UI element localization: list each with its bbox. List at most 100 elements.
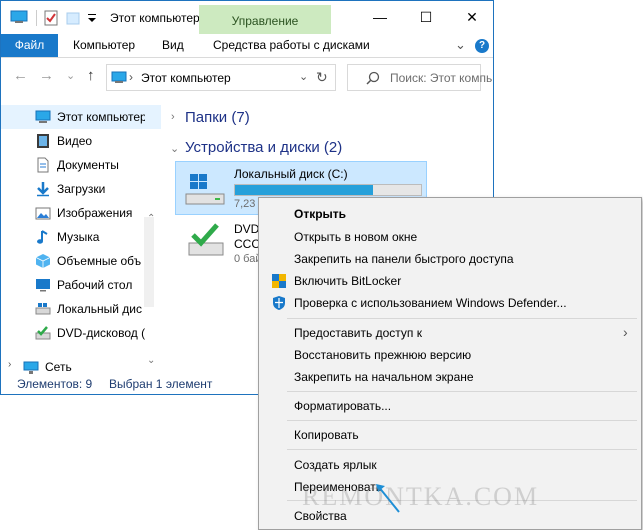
sidebar-item-downloads[interactable]: Загрузки bbox=[1, 177, 161, 201]
sidebar-item-documents[interactable]: Документы bbox=[1, 153, 161, 177]
help-icon[interactable]: ? bbox=[475, 39, 489, 53]
local-disk-name: Локальный диск (C:) bbox=[234, 167, 348, 181]
sidebar-item-label: Музыка bbox=[57, 230, 100, 244]
sidebar-item-dvd-drive[interactable]: DVD-дисковод ( bbox=[1, 321, 161, 345]
desktop-icon bbox=[36, 279, 50, 292]
up-arrow-icon[interactable]: ↑ bbox=[87, 67, 95, 84]
dvd-drive-icon bbox=[35, 326, 51, 340]
computer-icon bbox=[111, 71, 127, 83]
computer-icon[interactable] bbox=[10, 10, 28, 24]
menu-item-create-shortcut[interactable]: Создать ярлык bbox=[259, 454, 641, 476]
menu-item-bitlocker[interactable]: Включить BitLocker bbox=[259, 270, 641, 292]
dvd-drive-icon bbox=[188, 223, 224, 256]
recent-locations-icon[interactable]: ⌄ bbox=[66, 69, 75, 82]
defender-icon bbox=[273, 296, 285, 310]
menu-separator bbox=[287, 318, 637, 319]
quick-access-separator bbox=[36, 10, 37, 26]
menu-item-pin-start[interactable]: Закрепить на начальном экране bbox=[259, 366, 641, 388]
menu-item-label: Форматировать... bbox=[294, 399, 392, 413]
menu-item-label: Копировать bbox=[294, 428, 359, 442]
sidebar-item-label: Этот компьютер bbox=[57, 110, 145, 124]
menu-item-label: Предоставить доступ к bbox=[294, 326, 422, 340]
sidebar-item-label: Рабочий стол bbox=[57, 278, 133, 292]
menu-item-copy[interactable]: Копировать bbox=[259, 424, 641, 446]
sidebar-item-label: Видео bbox=[57, 134, 93, 148]
navigation-bar: ← → ⌄ ↑ › Этот компьютер ⌄ ↻ Поиск: Этот… bbox=[1, 61, 493, 93]
ribbon-collapse-icon[interactable]: ⌄ bbox=[455, 37, 466, 53]
search-placeholder: Поиск: Этот компьют bbox=[390, 71, 493, 85]
local-disk-icon bbox=[185, 174, 225, 205]
tab-drive-tools[interactable]: Средства работы с дисками bbox=[203, 34, 380, 57]
menu-item-give-access[interactable]: Предоставить доступ к › bbox=[259, 322, 641, 344]
sidebar-item-label: Изображения bbox=[57, 206, 133, 220]
refresh-icon[interactable]: ↻ bbox=[316, 69, 328, 86]
title-bar: Этот компьютер Управление — ☐ ✕ bbox=[1, 1, 493, 34]
ribbon-tabs: Файл Компьютер Вид Средства работы с дис… bbox=[1, 34, 493, 58]
local-disk-icon bbox=[35, 303, 51, 315]
menu-item-label: Закрепить на начальном экране bbox=[294, 370, 474, 384]
search-icon bbox=[366, 71, 380, 85]
new-folder-icon[interactable] bbox=[66, 10, 80, 26]
close-button[interactable]: ✕ bbox=[449, 1, 493, 34]
sidebar-item-this-pc[interactable]: Этот компьютер bbox=[1, 105, 161, 129]
sidebar-scrollbar[interactable] bbox=[144, 217, 154, 307]
computer-icon bbox=[35, 110, 51, 123]
local-disk-size: 7,23 bbox=[234, 198, 256, 210]
documents-icon bbox=[37, 157, 49, 173]
menu-item-label: Открыть в новом окне bbox=[294, 230, 418, 244]
menu-item-label: Открыть bbox=[294, 207, 347, 221]
downloads-icon bbox=[37, 182, 49, 197]
shield-icon bbox=[272, 274, 286, 288]
menu-item-label: Восстановить прежнюю версию bbox=[294, 348, 472, 362]
tab-manage[interactable]: Управление bbox=[199, 5, 331, 34]
expanded-chevron-icon[interactable]: ⌄ bbox=[170, 142, 179, 155]
address-dropdown-icon[interactable]: ⌄ bbox=[299, 70, 308, 83]
scroll-down-icon[interactable]: ⌄ bbox=[147, 355, 155, 366]
menu-item-open[interactable]: Открыть bbox=[259, 203, 641, 225]
context-menu: Открыть Открыть в новом окне Закрепить н… bbox=[258, 197, 642, 530]
disk-usage-fill bbox=[235, 185, 373, 195]
maximize-button[interactable]: ☐ bbox=[403, 1, 449, 34]
tab-view[interactable]: Вид bbox=[152, 34, 194, 57]
back-arrow-icon[interactable]: ← bbox=[13, 67, 28, 84]
sidebar-item-pictures[interactable]: Изображения bbox=[1, 201, 161, 225]
menu-separator bbox=[287, 391, 637, 392]
collapsed-chevron-icon[interactable]: › bbox=[171, 111, 175, 123]
search-input[interactable]: Поиск: Этот компьют bbox=[347, 64, 493, 91]
address-bar[interactable]: › Этот компьютер ⌄ ↻ bbox=[106, 64, 336, 91]
address-text: Этот компьютер bbox=[141, 71, 231, 85]
menu-item-windows-defender[interactable]: Проверка с использованием Windows Defend… bbox=[259, 292, 641, 314]
sidebar-item-local-disk[interactable]: Локальный дис bbox=[1, 297, 161, 321]
sidebar-item-music[interactable]: Музыка bbox=[1, 225, 161, 249]
sidebar-item-desktop[interactable]: Рабочий стол bbox=[1, 273, 161, 297]
disk-usage-bar bbox=[234, 184, 422, 196]
submenu-arrow-icon: › bbox=[623, 324, 628, 340]
menu-item-label: Создать ярлык bbox=[294, 458, 377, 472]
forward-arrow-icon[interactable]: → bbox=[39, 67, 54, 84]
sidebar-item-label: Сеть bbox=[45, 360, 72, 374]
window-title: Этот компьютер bbox=[110, 11, 200, 25]
sidebar-item-3d-objects[interactable]: Объемные объ bbox=[1, 249, 161, 273]
sidebar-item-label: DVD-дисковод ( bbox=[57, 326, 145, 340]
menu-item-restore-versions[interactable]: Восстановить прежнюю версию bbox=[259, 344, 641, 366]
pictures-icon bbox=[35, 207, 51, 220]
folders-group-header[interactable]: Папки (7) bbox=[185, 109, 250, 126]
chevron-right-icon: › bbox=[129, 70, 133, 84]
menu-item-pin-quick-access[interactable]: Закрепить на панели быстрого доступа bbox=[259, 248, 641, 270]
3d-objects-icon bbox=[35, 254, 51, 268]
minimize-button[interactable]: — bbox=[357, 1, 403, 34]
sidebar-item-label: Локальный дис bbox=[57, 302, 142, 316]
watermark: REMONTKA.COM bbox=[302, 482, 540, 511]
devices-group-header[interactable]: Устройства и диски (2) bbox=[185, 139, 342, 156]
selection-count: Выбран 1 элемент bbox=[109, 377, 213, 391]
tab-computer[interactable]: Компьютер bbox=[63, 34, 145, 57]
tab-file[interactable]: Файл bbox=[1, 34, 58, 57]
network-icon bbox=[23, 361, 39, 374]
menu-item-format[interactable]: Форматировать... bbox=[259, 395, 641, 417]
expand-chevron-icon[interactable]: › bbox=[8, 359, 11, 370]
properties-icon[interactable] bbox=[44, 10, 58, 26]
customize-quick-access-icon[interactable] bbox=[87, 10, 97, 26]
menu-item-open-new-window[interactable]: Открыть в новом окне bbox=[259, 226, 641, 248]
menu-separator bbox=[287, 449, 637, 450]
sidebar-item-video[interactable]: Видео bbox=[1, 129, 161, 153]
